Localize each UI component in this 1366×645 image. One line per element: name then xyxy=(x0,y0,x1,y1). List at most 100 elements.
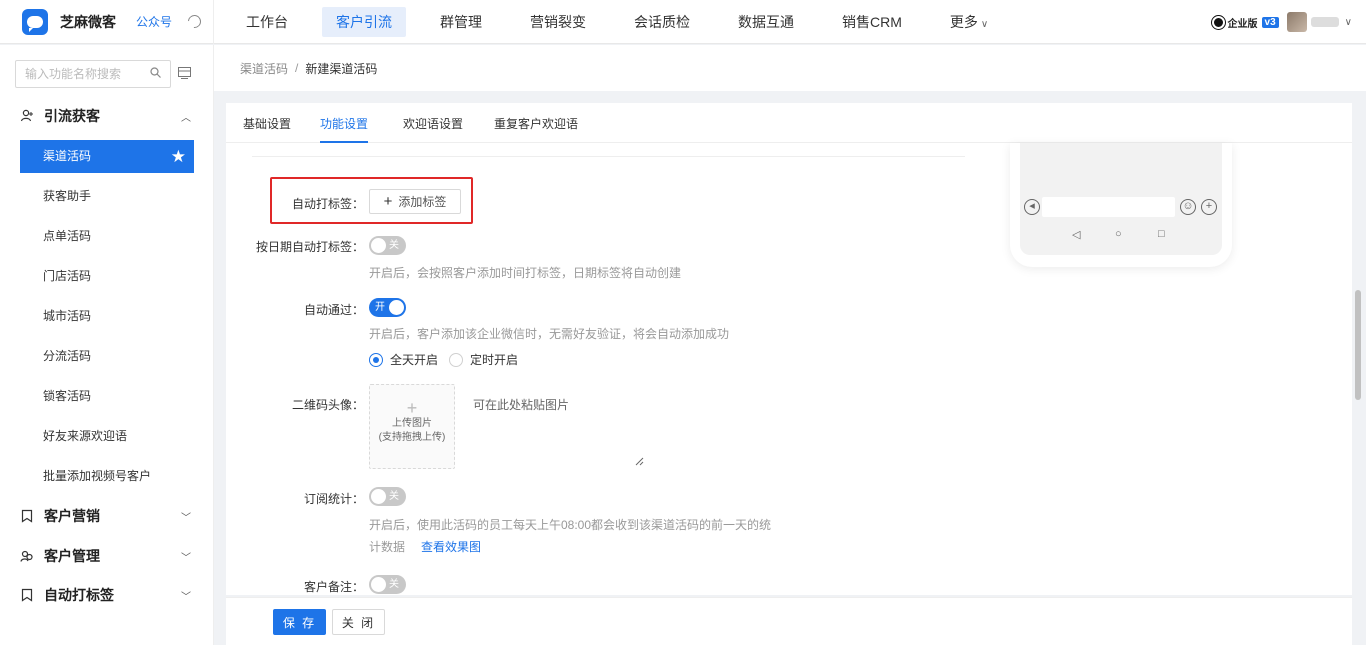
sidebar-group-label: 引流获客 xyxy=(44,108,100,124)
back-nav-icon: ◁ xyxy=(1072,229,1081,241)
sidebar-item-acquisition-assistant[interactable]: 获客助手 xyxy=(20,180,194,213)
chevron-down-icon: ﹀ xyxy=(181,591,191,603)
page-scrollbar[interactable] xyxy=(1352,92,1366,645)
close-button[interactable]: 关 闭 xyxy=(332,609,385,635)
sidebar-item-city-qr[interactable]: 城市活码 xyxy=(20,300,194,333)
add-tag-button[interactable]: + 添加标签 xyxy=(369,189,461,214)
subscription-switch[interactable]: 关 xyxy=(369,487,406,506)
sidebar-item-order-qr[interactable]: 点单活码 xyxy=(20,220,194,253)
brand-name: 芝麻微客 xyxy=(60,13,116,30)
official-account-link[interactable]: 公众号 xyxy=(136,13,172,30)
sidebar-group-auto-tagging[interactable]: 自动打标签 ﹀ xyxy=(0,575,214,615)
tab-basic-settings[interactable]: 基础设置 xyxy=(243,103,291,143)
sidebar-group-label: 自动打标签 xyxy=(44,587,114,603)
view-preview-link[interactable]: 查看效果图 xyxy=(421,538,481,555)
sidebar-item-source-welcome[interactable]: 好友来源欢迎语 xyxy=(20,420,194,453)
sidebar-group-customer-management[interactable]: 客户管理 ﹀ xyxy=(0,536,214,576)
sidebar-item-split-qr[interactable]: 分流活码 xyxy=(20,340,194,373)
nav-more[interactable]: 更多 ∨ xyxy=(936,7,1002,37)
radio-label: 全天开启 xyxy=(390,353,439,367)
sidebar-group-customer-marketing[interactable]: 客户营销 ﹀ xyxy=(0,496,214,536)
layout-switch-icon[interactable] xyxy=(178,67,191,79)
sidebar-item-channel-qr[interactable]: 渠道活码 ★ xyxy=(20,140,194,173)
paste-hint: 可在此处粘贴图片 xyxy=(473,398,570,412)
avatar[interactable] xyxy=(1286,12,1307,32)
sidebar-item-label: 渠道活码 xyxy=(43,149,92,163)
breadcrumb-separator: / xyxy=(295,61,299,75)
switch-state: 关 xyxy=(389,240,399,251)
main-nav: 工作台 客户引流 群管理 营销裂变 会话质检 数据互通 销售CRM 更多 ∨ xyxy=(232,0,1022,44)
radio-all-day[interactable]: 全天开启 xyxy=(369,351,438,368)
switch-knob xyxy=(371,577,386,592)
nav-sales-crm[interactable]: 销售CRM xyxy=(828,7,916,37)
radio-circle xyxy=(369,352,383,367)
chevron-down-icon: ﹀ xyxy=(181,552,191,564)
home-nav-icon: ○ xyxy=(1115,228,1122,240)
phone-preview: ◂ ☺ + ◁ ○ □ xyxy=(1010,143,1232,267)
switch-knob xyxy=(389,300,404,315)
sidebar-item-store-qr[interactable]: 门店活码 xyxy=(20,260,194,293)
nav-customer-acquisition[interactable]: 客户引流 xyxy=(322,6,406,37)
user-area[interactable]: 企业版 v3 ∨ xyxy=(1211,0,1352,44)
sidebar-item-batch-add-channels[interactable]: 批量添加视频号客户 xyxy=(20,460,194,493)
sidebar: 引流获客 ︿ 渠道活码 ★ 获客助手 点单活码 门店活码 城市活码 分流活码 锁… xyxy=(0,45,214,645)
switch-state: 关 xyxy=(389,579,399,590)
subscription-label: 订阅统计： xyxy=(303,492,364,506)
nav-group-management[interactable]: 群管理 xyxy=(426,7,496,37)
image-upload-area[interactable]: + 上传图片 (支持拖拽上传) xyxy=(369,384,455,469)
plus-icon: + xyxy=(406,398,418,418)
username-blurred xyxy=(1310,17,1339,27)
sidebar-group-label: 客户管理 xyxy=(44,548,100,564)
recent-nav-icon: □ xyxy=(1158,228,1165,240)
nav-marketing-fission[interactable]: 营销裂变 xyxy=(516,7,600,37)
nav-data-sync[interactable]: 数据互通 xyxy=(724,7,808,37)
add-tag-button-label: 添加标签 xyxy=(398,195,447,209)
sidebar-group-lead-acquisition[interactable]: 引流获客 ︿ xyxy=(0,96,214,136)
bookmark-icon xyxy=(21,509,33,523)
auto-pass-switch[interactable]: 开 xyxy=(369,298,406,317)
scrollbar-thumb[interactable] xyxy=(1355,290,1361,400)
dark-mode-icon[interactable] xyxy=(185,12,204,31)
settings-tabs: 基础设置 功能设置 欢迎语设置 重复客户欢迎语 xyxy=(226,103,1352,143)
tab-function-settings[interactable]: 功能设置 xyxy=(320,103,369,143)
nav-workbench[interactable]: 工作台 xyxy=(232,7,302,37)
chevron-down-icon[interactable]: ∨ xyxy=(1345,17,1352,28)
divider xyxy=(252,156,965,157)
voice-icon: ◂ xyxy=(1024,199,1040,215)
tab-repeat-welcome[interactable]: 重复客户欢迎语 xyxy=(494,103,578,143)
switch-state: 开 xyxy=(375,302,385,313)
switch-knob xyxy=(371,238,386,253)
upload-drag-hint: (支持拖拽上传) xyxy=(378,432,446,443)
date-tag-help: 开启后，会按照客户添加时间打标签，日期标签将自动创建 xyxy=(369,266,682,280)
remark-label: 客户备注： xyxy=(303,580,364,594)
function-search-input[interactable] xyxy=(15,60,171,88)
phone-message-input xyxy=(1042,197,1175,217)
phone-screen: ◂ ☺ + ◁ ○ □ xyxy=(1020,143,1222,255)
nav-conversation-qc[interactable]: 会话质检 xyxy=(620,7,704,37)
subscription-help-cont: 计数据 xyxy=(369,540,406,554)
customers-icon xyxy=(20,550,33,562)
sidebar-item-lock-qr[interactable]: 锁客活码 xyxy=(20,380,194,413)
switch-state: 关 xyxy=(389,491,399,502)
plus-icon: + xyxy=(383,193,393,210)
date-tag-label: 按日期自动打标签： xyxy=(255,240,364,254)
brand: 芝麻微客 公众号 xyxy=(0,0,214,44)
enterprise-label: 企业版 xyxy=(1227,18,1258,30)
breadcrumb-current: 新建渠道活码 xyxy=(305,61,378,76)
star-icon[interactable]: ★ xyxy=(171,140,186,173)
resize-handle-icon[interactable] xyxy=(635,457,644,466)
plus-circle-icon: + xyxy=(1201,199,1217,215)
qr-avatar-label: 二维码头像： xyxy=(291,398,364,412)
user-add-icon xyxy=(20,109,33,122)
logo-icon[interactable] xyxy=(22,8,48,35)
radio-scheduled[interactable]: 定时开启 xyxy=(449,351,518,368)
chevron-down-icon: ﹀ xyxy=(181,512,191,524)
nav-more-label: 更多 xyxy=(949,13,978,30)
tab-welcome-settings[interactable]: 欢迎语设置 xyxy=(403,103,463,143)
breadcrumb: 渠道活码 / 新建渠道活码 xyxy=(214,45,1366,91)
search-icon[interactable] xyxy=(150,67,161,78)
breadcrumb-parent[interactable]: 渠道活码 xyxy=(240,60,288,77)
save-button[interactable]: 保 存 xyxy=(273,609,326,635)
date-tag-switch[interactable]: 关 xyxy=(369,236,406,255)
remark-switch[interactable]: 关 xyxy=(369,575,406,594)
